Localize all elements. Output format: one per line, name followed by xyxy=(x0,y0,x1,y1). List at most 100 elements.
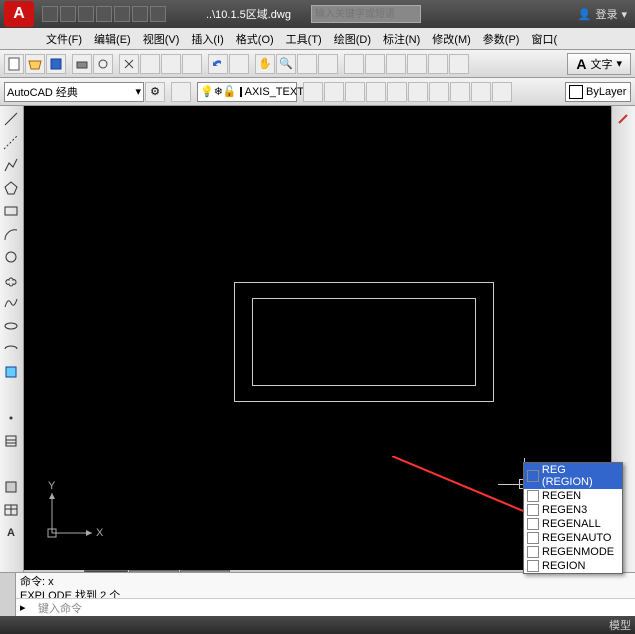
layer-make-icon[interactable] xyxy=(387,82,407,102)
ellipse-tool-icon[interactable] xyxy=(0,315,22,337)
break-tool-icon[interactable] xyxy=(612,361,634,383)
rotate-tool-icon[interactable] xyxy=(612,246,634,268)
layer-selector[interactable]: 💡 ❄ 🔓 AXIS_TEXT xyxy=(197,82,297,102)
tp-icon[interactable] xyxy=(386,54,406,74)
xline-tool-icon[interactable] xyxy=(0,131,22,153)
new-icon[interactable] xyxy=(4,54,24,74)
ac-item-reg[interactable]: REG (REGION) xyxy=(524,463,622,489)
layer-manager-icon[interactable] xyxy=(171,82,191,102)
calc-icon[interactable] xyxy=(449,54,469,74)
layer-off-icon[interactable] xyxy=(366,82,386,102)
menu-tools[interactable]: 工具(T) xyxy=(280,29,328,49)
stretch-tool-icon[interactable] xyxy=(612,292,634,314)
preview-icon[interactable] xyxy=(93,54,113,74)
annotation-text-button[interactable]: A文字▾ xyxy=(567,53,631,75)
cut-icon[interactable] xyxy=(119,54,139,74)
status-model-label[interactable]: 模型 xyxy=(609,617,631,633)
menu-dim[interactable]: 标注(N) xyxy=(377,29,426,49)
undo-icon[interactable] xyxy=(208,54,228,74)
extend-tool-icon[interactable] xyxy=(612,338,634,360)
menu-modify[interactable]: 修改(M) xyxy=(426,29,477,49)
join-tool-icon[interactable] xyxy=(612,384,634,406)
offset-tool-icon[interactable] xyxy=(612,177,634,199)
qat-open-icon[interactable] xyxy=(60,6,76,22)
scale-tool-icon[interactable] xyxy=(612,269,634,291)
redo-icon[interactable] xyxy=(229,54,249,74)
make-block-icon[interactable] xyxy=(0,384,22,406)
circle-tool-icon[interactable] xyxy=(0,246,22,268)
ac-item-regenmode[interactable]: REGENMODE xyxy=(524,545,622,559)
table-tool-icon[interactable] xyxy=(0,499,22,521)
layer-state-icon[interactable] xyxy=(303,82,323,102)
line-tool-icon[interactable] xyxy=(0,108,22,130)
arc-tool-icon[interactable] xyxy=(0,223,22,245)
layer-freeze-icon[interactable] xyxy=(345,82,365,102)
markup-icon[interactable] xyxy=(428,54,448,74)
mtext-tool-icon[interactable]: A xyxy=(0,522,22,544)
ac-item-regen[interactable]: REGEN xyxy=(524,489,622,503)
rectangle-inner[interactable] xyxy=(252,298,476,386)
insert-block-icon[interactable] xyxy=(0,361,22,383)
layer-change-icon[interactable] xyxy=(471,82,491,102)
layer-iso-icon[interactable] xyxy=(324,82,344,102)
ac-item-regenall[interactable]: REGENALL xyxy=(524,517,622,531)
dc-icon[interactable] xyxy=(365,54,385,74)
ac-item-region[interactable]: REGION xyxy=(524,559,622,573)
layer-match-icon[interactable] xyxy=(408,82,428,102)
color-bylayer-selector[interactable]: ByLayer xyxy=(565,82,631,102)
pan-icon[interactable]: ✋ xyxy=(255,54,275,74)
move-tool-icon[interactable] xyxy=(612,223,634,245)
command-input-row[interactable]: ▸ 键入命令 xyxy=(16,598,635,616)
command-window[interactable]: 命令: x EXPLODE 找到 2 个 ▸ 键入命令 xyxy=(0,572,635,616)
zoom-window-icon[interactable] xyxy=(297,54,317,74)
copy-tool-icon[interactable] xyxy=(612,131,634,153)
ellipse-arc-tool-icon[interactable] xyxy=(0,338,22,360)
rectangle-tool-icon[interactable] xyxy=(0,200,22,222)
ac-item-regen3[interactable]: REGEN3 xyxy=(524,503,622,517)
gradient-tool-icon[interactable] xyxy=(0,453,22,475)
menu-insert[interactable]: 插入(I) xyxy=(185,29,229,49)
workspace-selector[interactable]: AutoCAD 经典 ▾ xyxy=(4,82,144,102)
layer-copy-icon[interactable] xyxy=(492,82,512,102)
polyline-tool-icon[interactable] xyxy=(0,154,22,176)
qat-redo-icon[interactable] xyxy=(150,6,166,22)
layer-walk-icon[interactable] xyxy=(450,82,470,102)
fillet-tool-icon[interactable] xyxy=(612,430,634,452)
chamfer-tool-icon[interactable] xyxy=(612,407,634,429)
qat-saveas-icon[interactable] xyxy=(96,6,112,22)
menu-file[interactable]: 文件(F) xyxy=(40,29,88,49)
polygon-tool-icon[interactable] xyxy=(0,177,22,199)
save-icon[interactable] xyxy=(46,54,66,74)
addselected-tool-icon[interactable] xyxy=(0,545,22,567)
menu-view[interactable]: 视图(V) xyxy=(137,29,186,49)
menu-draw[interactable]: 绘图(D) xyxy=(328,29,377,49)
spline-tool-icon[interactable] xyxy=(0,292,22,314)
array-tool-icon[interactable] xyxy=(612,200,634,222)
menu-window[interactable]: 窗口( xyxy=(525,29,563,49)
command-input[interactable]: 键入命令 xyxy=(38,600,82,616)
menu-param[interactable]: 参数(P) xyxy=(477,29,526,49)
revcloud-tool-icon[interactable] xyxy=(0,269,22,291)
prop-icon[interactable] xyxy=(344,54,364,74)
ssm-icon[interactable] xyxy=(407,54,427,74)
hatch-tool-icon[interactable] xyxy=(0,430,22,452)
match-icon[interactable] xyxy=(182,54,202,74)
menu-edit[interactable]: 编辑(E) xyxy=(88,29,137,49)
zoom-prev-icon[interactable] xyxy=(318,54,338,74)
copy-icon[interactable] xyxy=(140,54,160,74)
command-autocomplete[interactable]: REG (REGION) REGEN REGEN3 REGENALL REGEN… xyxy=(523,462,623,574)
qat-save-icon[interactable] xyxy=(78,6,94,22)
paste-icon[interactable] xyxy=(161,54,181,74)
zoom-icon[interactable]: 🔍 xyxy=(276,54,296,74)
menu-format[interactable]: 格式(O) xyxy=(230,29,280,49)
help-search-input[interactable] xyxy=(311,5,421,23)
ac-item-regenauto[interactable]: REGENAUTO xyxy=(524,531,622,545)
workspace-settings-icon[interactable]: ⚙ xyxy=(145,82,165,102)
app-icon[interactable]: A xyxy=(4,1,34,27)
qat-plot-icon[interactable] xyxy=(114,6,130,22)
open-icon[interactable] xyxy=(25,54,45,74)
qat-new-icon[interactable] xyxy=(42,6,58,22)
erase-tool-icon[interactable] xyxy=(612,108,634,130)
login-area[interactable]: 👤 登录 ▾ xyxy=(578,6,627,22)
layer-prev-icon[interactable] xyxy=(429,82,449,102)
